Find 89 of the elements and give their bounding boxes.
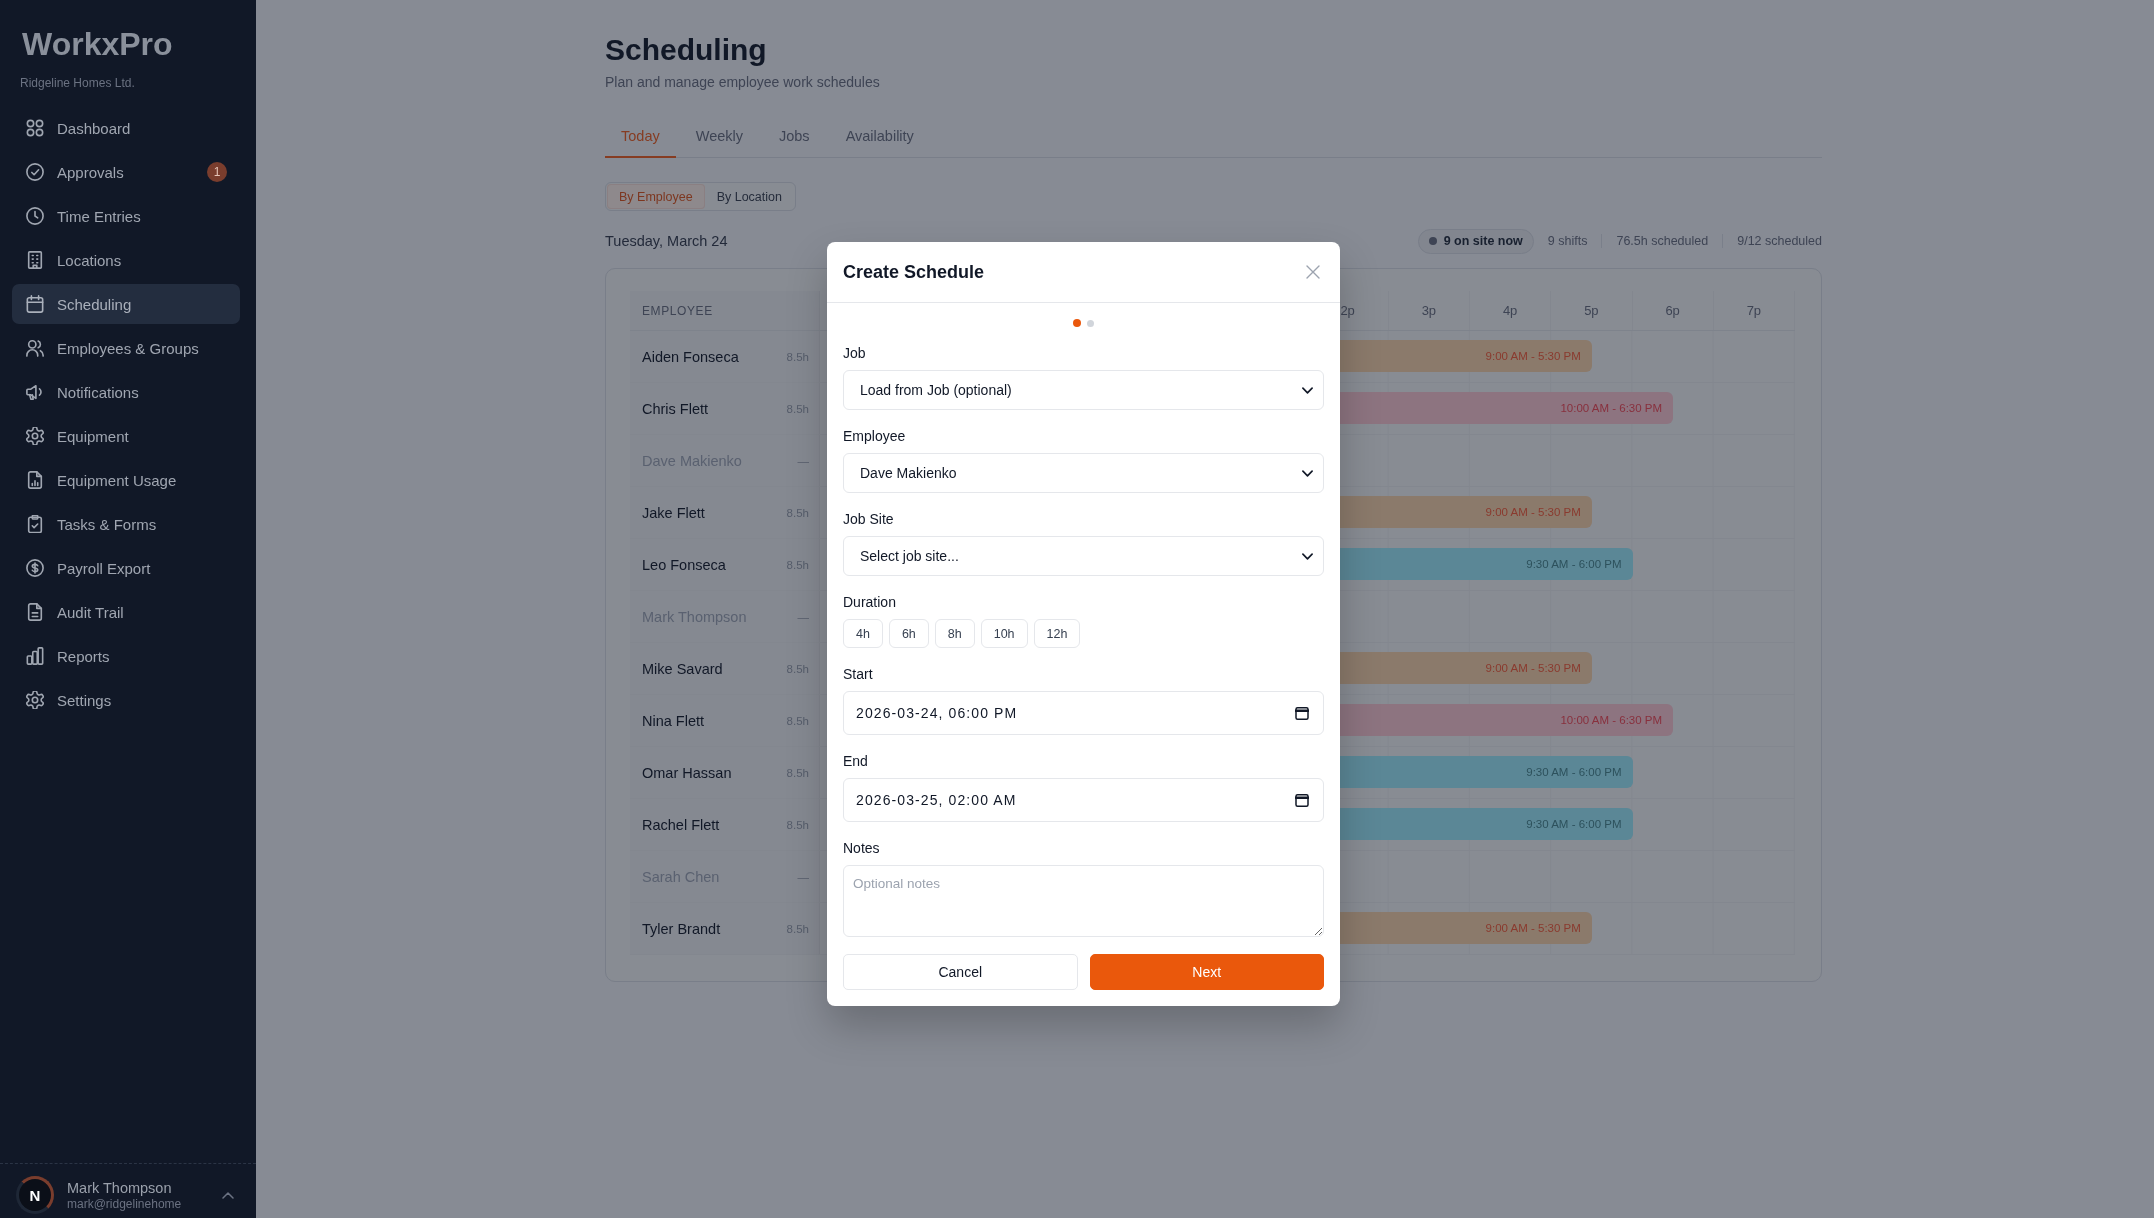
document-icon (26, 603, 44, 621)
employee-name: Aiden Fonseca (642, 348, 739, 365)
document-chart-icon (26, 471, 44, 489)
check-circle-icon (26, 163, 44, 181)
hour-label: 3p (1421, 303, 1437, 318)
field-label: Duration (843, 593, 897, 611)
calendar-icon (1295, 793, 1309, 807)
dialog-title: Create Schedule (843, 261, 985, 283)
nav-item[interactable]: Equipment Usage (12, 460, 240, 500)
avatar: N (16, 1176, 54, 1214)
hours-text: — (797, 870, 809, 883)
nav-item[interactable]: Audit Trail (12, 592, 240, 632)
employee-name: Leo Fonseca (642, 556, 726, 573)
hour-label: 2p (1340, 303, 1355, 318)
close-icon (1306, 265, 1320, 279)
nav-item[interactable]: Scheduling (12, 284, 240, 324)
chevron-down-icon (1302, 386, 1313, 394)
bar-chart-icon (26, 647, 44, 665)
dollar-circle-icon (26, 559, 44, 577)
gear-icon (26, 427, 44, 445)
employee-name: Mike Savard (642, 660, 723, 677)
employee-name: Rachel Flett (642, 816, 720, 833)
user-email: mark@ridgelinehome (67, 1196, 183, 1212)
status-text: 9 on site now (1443, 234, 1523, 248)
settings-icon (26, 691, 44, 709)
nav-item[interactable]: Approvals 1 (12, 152, 240, 192)
datetime-field[interactable]: 2026-03-25, 02:00 AM (843, 778, 1324, 822)
clock-icon (26, 207, 44, 225)
grid-icon (26, 119, 44, 137)
status-dot-icon (1428, 237, 1437, 245)
duration-option[interactable]: 6h (888, 619, 929, 648)
select-field[interactable]: Load from Job (optional) (843, 370, 1324, 410)
nav-item[interactable]: Settings (12, 680, 240, 720)
field-label: Notes (843, 839, 881, 857)
nav-item[interactable]: Payroll Export (12, 548, 240, 588)
stat-text: 9/12 scheduled (1737, 234, 1822, 248)
select-field[interactable]: Select job site... (843, 536, 1324, 576)
employee-name: Tyler Brandt (642, 920, 721, 937)
megaphone-icon (26, 383, 44, 401)
clipboard-check-icon (26, 515, 44, 533)
stat-text: 9 shifts (1547, 234, 1588, 248)
duration-option[interactable]: 4h (843, 619, 883, 648)
hours-text: — (797, 610, 809, 623)
building-icon (26, 251, 44, 269)
notification-badge: 1 (207, 162, 227, 182)
employee-name: Jake Flett (642, 504, 705, 521)
field-label: Employee (843, 427, 907, 445)
user-name: Mark Thompson (67, 1178, 173, 1197)
hour-label: 6p (1665, 303, 1680, 318)
stat-text: 76.5h scheduled (1616, 234, 1709, 248)
nav-item[interactable]: Dashboard (12, 108, 240, 148)
cancel-button[interactable]: Cancel (843, 954, 1078, 990)
duration-option[interactable]: 10h (980, 619, 1028, 648)
field-label: Job (843, 344, 867, 362)
hour-label: 7p (1746, 303, 1762, 318)
field-label: Start (843, 665, 874, 683)
field-label: Job Site (843, 510, 895, 528)
page-subtitle: Plan and manage employee work schedules (605, 73, 881, 92)
datetime-field[interactable]: 2026-03-24, 06:00 PM (843, 691, 1324, 735)
toggle-option[interactable]: By Location (704, 184, 794, 209)
chevron-up-icon[interactable] (222, 1191, 234, 1199)
date-heading: Tuesday, March 24 (605, 233, 728, 249)
select-field[interactable]: Dave Makienko (843, 453, 1324, 493)
users-icon (26, 339, 44, 357)
hour-label: 5p (1584, 303, 1599, 318)
nav-item[interactable]: Locations (12, 240, 240, 280)
employee-name: Chris Flett (642, 400, 709, 417)
employee-name: Nina Flett (642, 712, 705, 729)
nav-item[interactable]: Time Entries (12, 196, 240, 236)
notes-field[interactable]: Optional notes (843, 865, 1324, 937)
next-button[interactable]: Next (1089, 954, 1324, 990)
calendar-icon (26, 295, 44, 313)
hour-label: 4p (1502, 303, 1518, 318)
nav-item[interactable]: Equipment (12, 416, 240, 456)
calendar-icon (1295, 706, 1309, 720)
nav-item[interactable]: Employees & Groups (12, 328, 240, 368)
hours-text: — (797, 454, 809, 467)
chevron-down-icon (1302, 469, 1313, 477)
nav-item[interactable]: Reports (12, 636, 240, 676)
duration-option[interactable]: 8h (934, 619, 975, 648)
nav-item[interactable]: Tasks & Forms (12, 504, 240, 544)
organization-name: Ridgeline Homes Ltd. (19, 75, 136, 91)
logo: WorkxPro (22, 26, 173, 62)
employee-name: Omar Hassan (642, 764, 732, 781)
field-label: End (843, 752, 869, 770)
nav-item[interactable]: Notifications (12, 372, 240, 412)
page-title: Scheduling (605, 32, 768, 68)
duration-option[interactable]: 12h (1033, 619, 1081, 648)
chevron-down-icon (1302, 552, 1313, 560)
